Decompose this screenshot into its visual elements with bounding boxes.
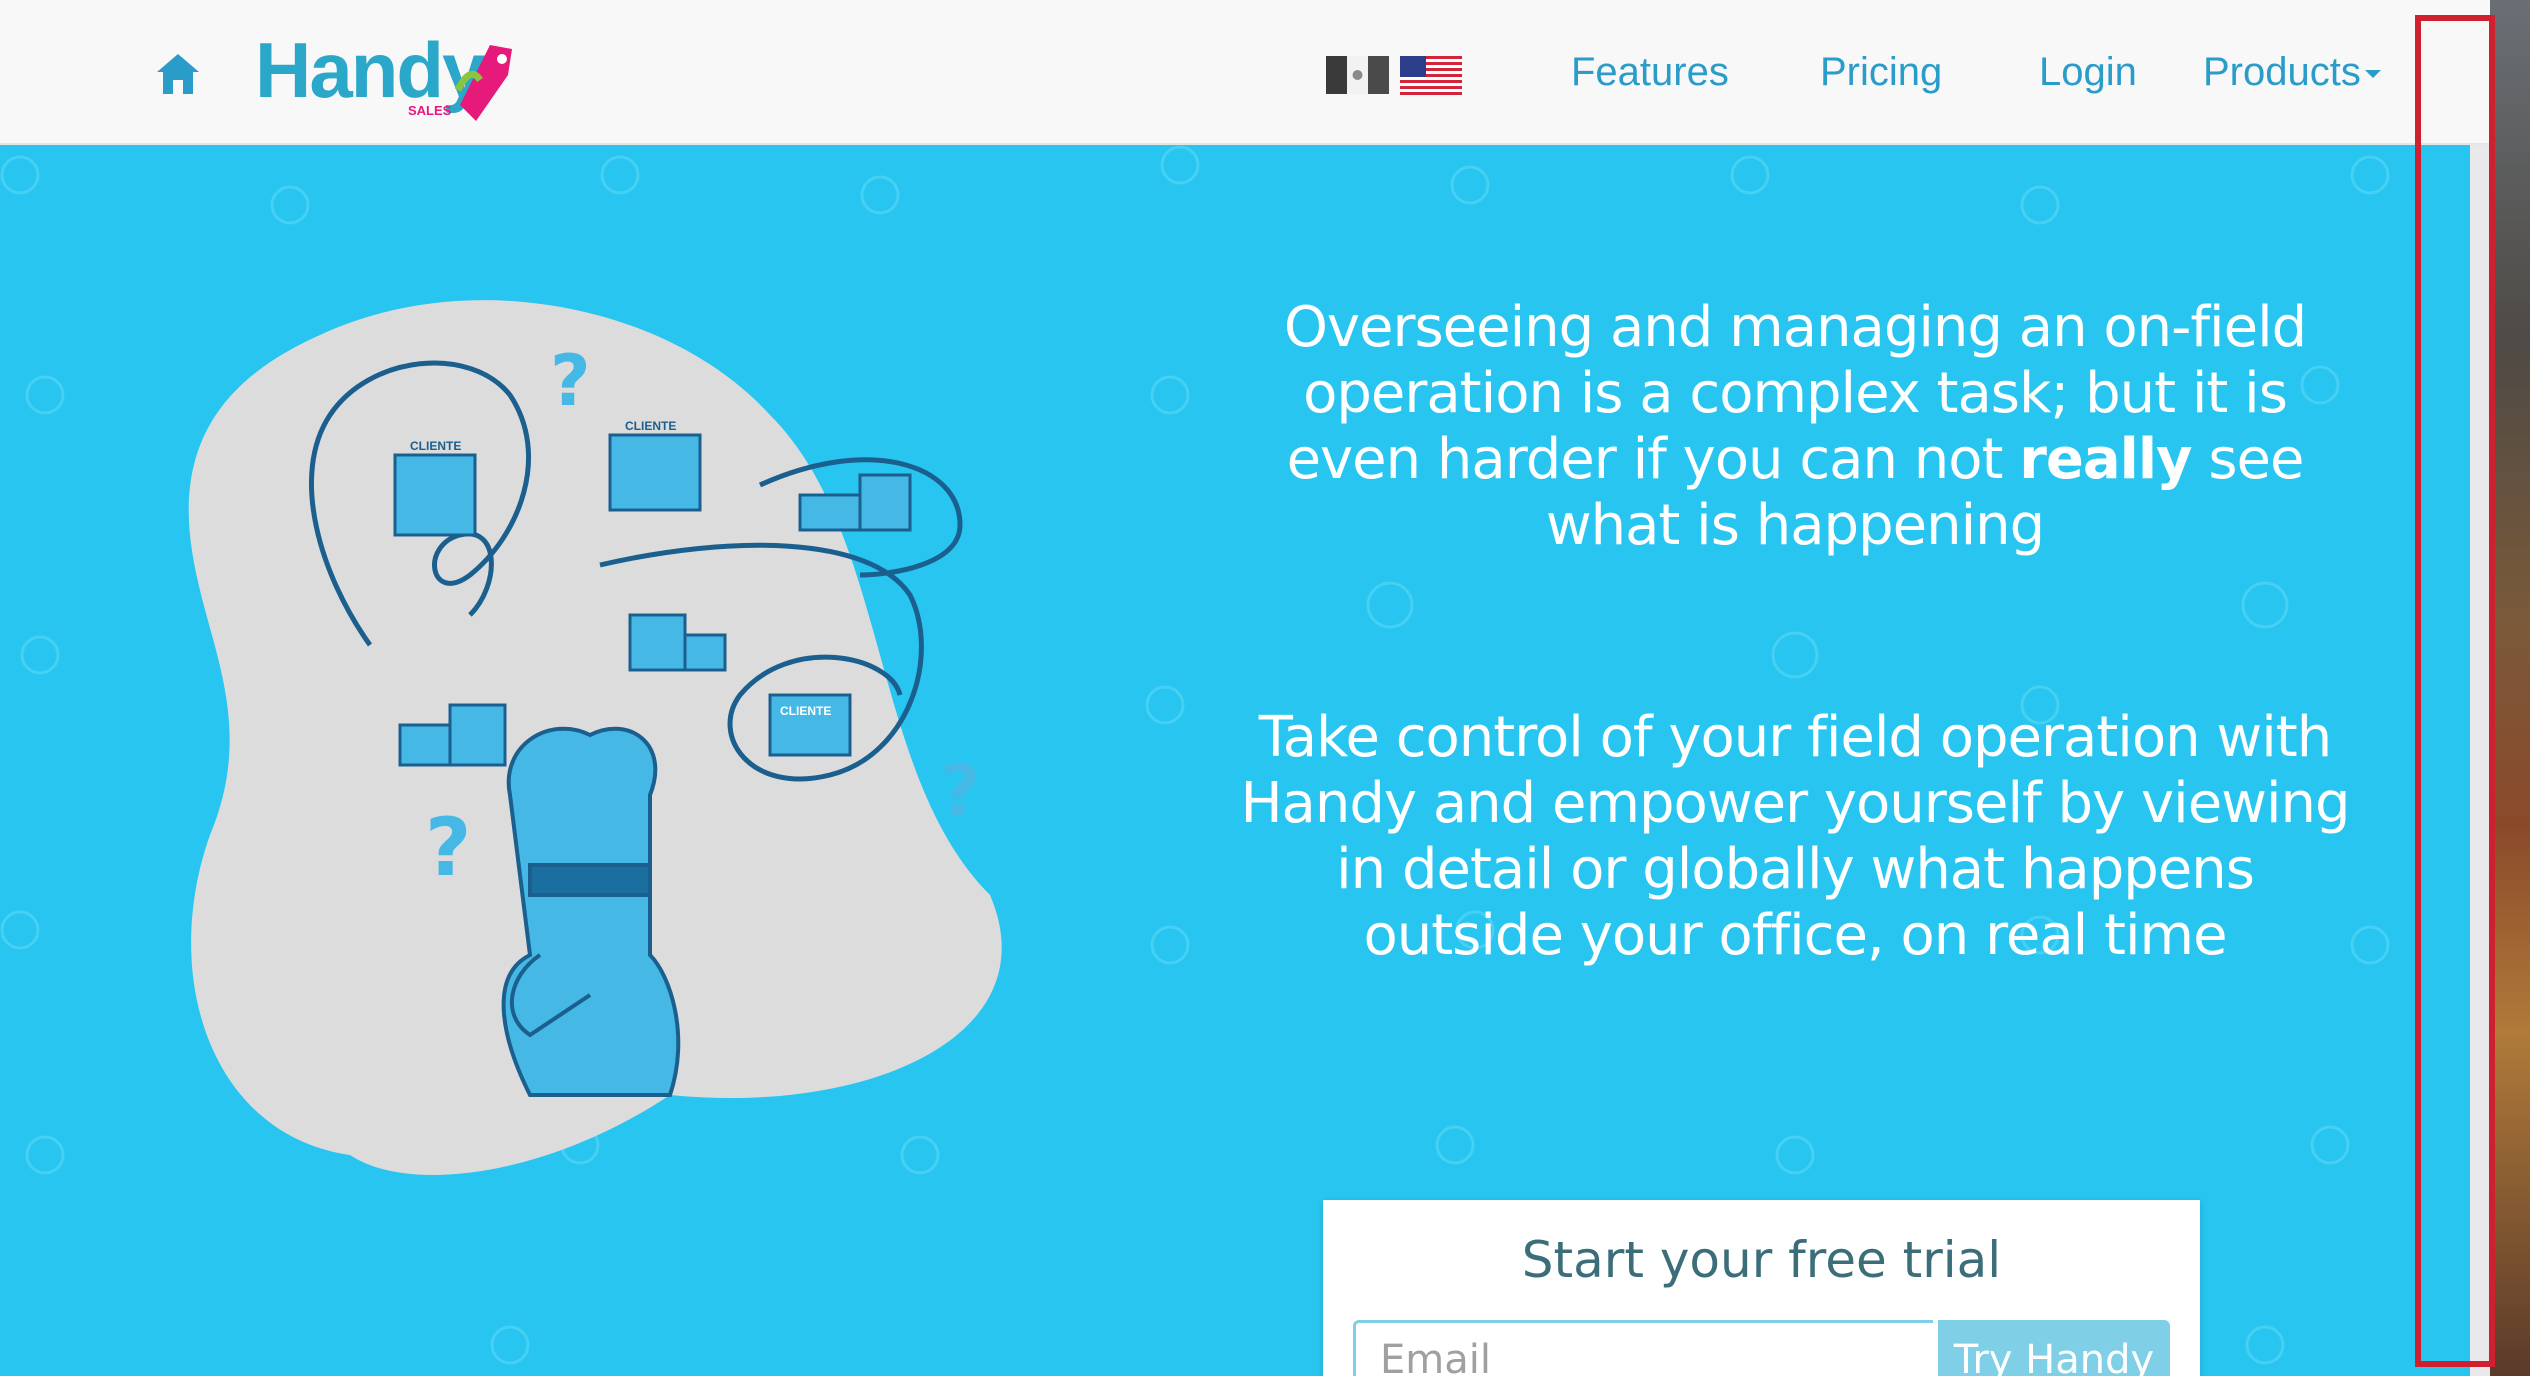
free-trial-card: Start your free trial Try Handy bbox=[1323, 1200, 2200, 1376]
usa-flag-icon[interactable] bbox=[1400, 56, 1462, 95]
handy-logo[interactable]: Handy SALES bbox=[255, 25, 515, 125]
store-label-2: CLIENTE bbox=[625, 419, 676, 433]
nav-link-pricing[interactable]: Pricing bbox=[1820, 48, 1942, 96]
question-mark-1: ? bbox=[550, 340, 591, 422]
store-label-3: CLIENTE bbox=[780, 704, 831, 718]
desktop-background-strip bbox=[2490, 0, 2530, 1376]
mexico-flag-icon[interactable] bbox=[1326, 56, 1389, 94]
nav-link-features[interactable]: Features bbox=[1571, 48, 1729, 96]
hero-section: CLIENTE CLIENTE CLIENTE ? ? ? Overseeing… bbox=[0, 145, 2470, 1376]
hero-paragraph-1: Overseeing and managing an on-field oper… bbox=[1230, 295, 2360, 559]
logo-subtitle: SALES bbox=[408, 103, 452, 118]
nav-link-products[interactable]: Products bbox=[2203, 48, 2381, 96]
email-input[interactable] bbox=[1353, 1320, 1933, 1376]
chevron-down-icon bbox=[2364, 70, 2381, 79]
trial-title: Start your free trial bbox=[1521, 1231, 2002, 1289]
hero-paragraph-2: Take control of your field operation wit… bbox=[1240, 705, 2350, 968]
home-icon[interactable] bbox=[153, 50, 203, 96]
nav-link-login[interactable]: Login bbox=[2039, 48, 2137, 96]
blindfolded-man-illustration: CLIENTE CLIENTE CLIENTE ? ? ? bbox=[188, 300, 1002, 1175]
nav-products-label: Products bbox=[2203, 50, 2361, 94]
store-label-1: CLIENTE bbox=[410, 439, 461, 453]
price-tag-icon bbox=[454, 45, 512, 121]
top-navbar: Handy SALES Features Pricing Login Produ… bbox=[0, 0, 2530, 145]
hero-paragraph-1-emphasis: really bbox=[2019, 427, 2192, 492]
try-handy-button[interactable]: Try Handy bbox=[1938, 1320, 2170, 1376]
question-mark-2: ? bbox=[425, 801, 471, 894]
question-mark-3: ? bbox=[940, 750, 981, 832]
